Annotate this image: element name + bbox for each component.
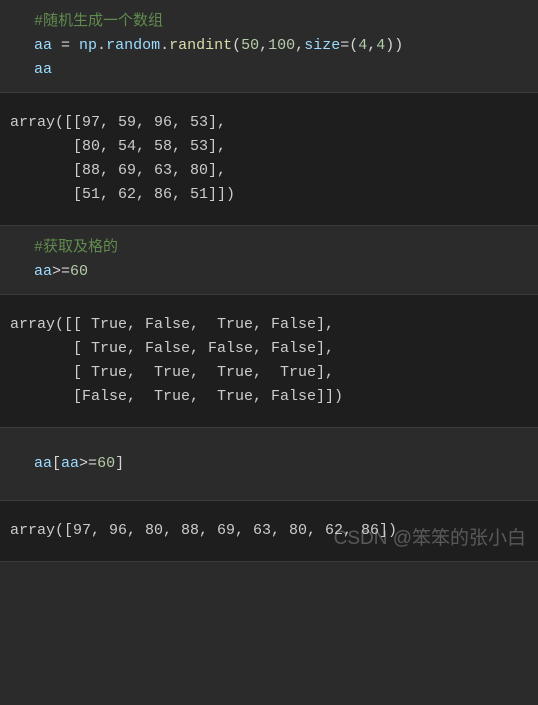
operator-ge: >= <box>52 263 70 280</box>
code-cell-1: #随机生成一个数组 aa = np.random.randint(50,100,… <box>0 0 538 92</box>
variable: aa <box>34 263 52 280</box>
comment-line: #获取及格的 <box>34 236 538 260</box>
comment-text: #获取及格的 <box>34 239 118 256</box>
paren-close: ) <box>385 37 394 54</box>
paren-close: ) <box>394 37 403 54</box>
comma: , <box>367 37 376 54</box>
dot: . <box>97 37 106 54</box>
module-np: np <box>79 37 97 54</box>
module-random: random <box>106 37 160 54</box>
code-cell-3: aa[aa>=60] <box>0 428 538 500</box>
output-cell-1: array([[97, 59, 96, 53], [80, 54, 58, 53… <box>0 92 538 226</box>
variable: aa <box>34 455 52 472</box>
output-cell-2: array([[ True, False, True, False], [ Tr… <box>0 294 538 428</box>
comma: , <box>295 37 304 54</box>
number: 100 <box>268 37 295 54</box>
kwarg-size: size <box>304 37 340 54</box>
comment-line: #随机生成一个数组 <box>34 10 538 34</box>
number: 60 <box>70 263 88 280</box>
operator-ge: >= <box>79 455 97 472</box>
number: 60 <box>97 455 115 472</box>
paren-open: ( <box>232 37 241 54</box>
output-cell-3: array([97, 96, 80, 88, 69, 63, 80, 62, 8… <box>0 500 538 562</box>
code-line: aa>=60 <box>34 260 538 284</box>
code-line: aa[aa>=60] <box>34 452 538 476</box>
comment-text: #随机生成一个数组 <box>34 13 163 30</box>
variable: aa <box>34 37 52 54</box>
code-line: aa <box>34 58 538 82</box>
bracket-close: ] <box>115 455 124 472</box>
code-line: aa = np.random.randint(50,100,size=(4,4)… <box>34 34 538 58</box>
number: 50 <box>241 37 259 54</box>
number: 4 <box>376 37 385 54</box>
bracket-open: [ <box>52 455 61 472</box>
paren-open: ( <box>349 37 358 54</box>
variable: aa <box>61 455 79 472</box>
comma: , <box>259 37 268 54</box>
func-randint: randint <box>169 37 232 54</box>
equals: = <box>52 37 79 54</box>
number: 4 <box>358 37 367 54</box>
variable: aa <box>34 61 52 78</box>
code-cell-2: #获取及格的 aa>=60 <box>0 226 538 294</box>
dot: . <box>160 37 169 54</box>
equals: = <box>340 37 349 54</box>
